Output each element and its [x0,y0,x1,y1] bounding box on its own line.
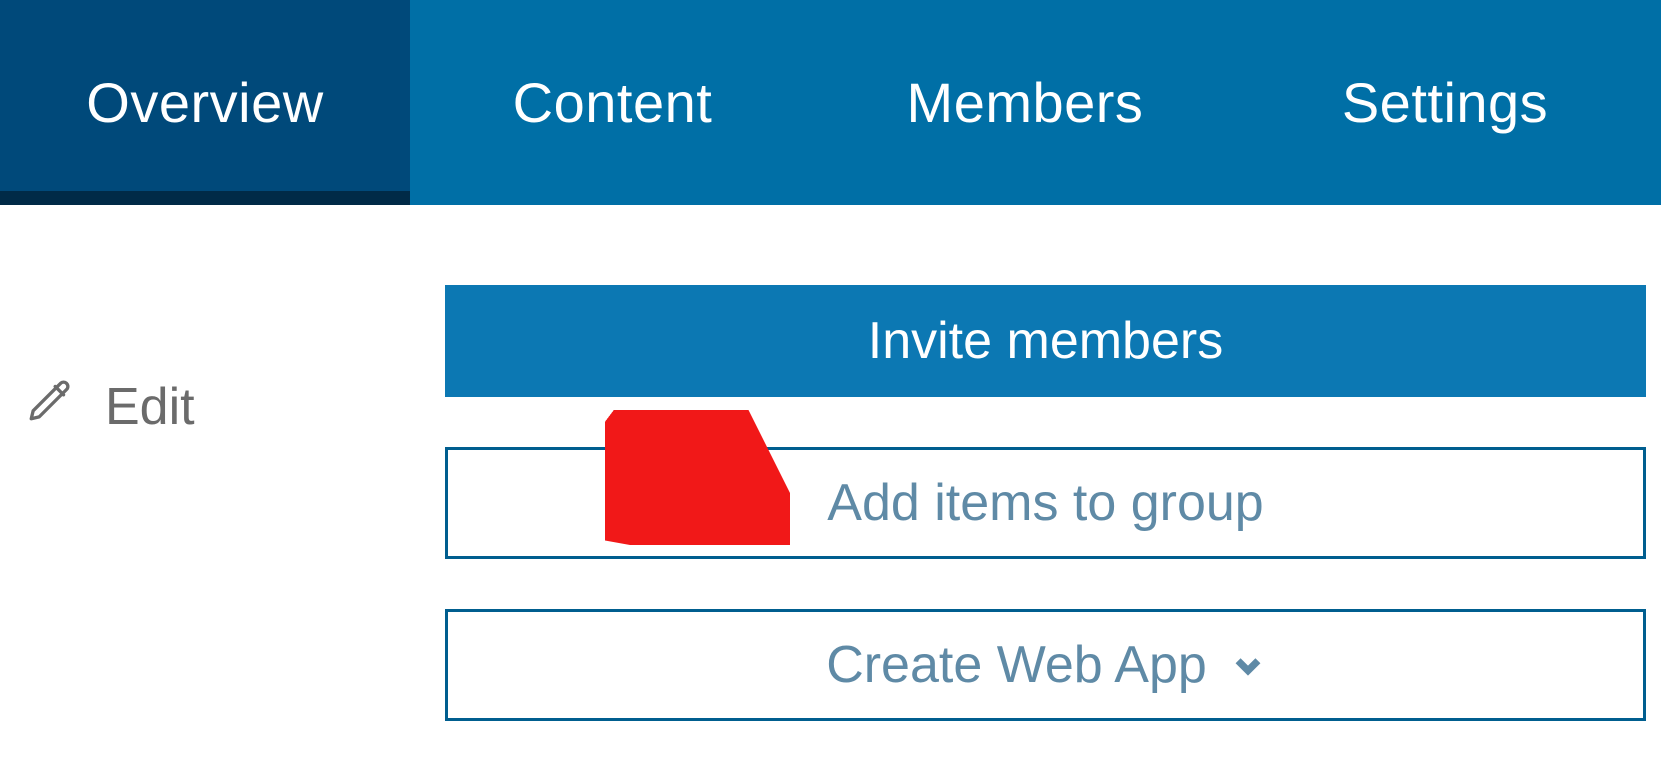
edit-thumbnail-link[interactable]: Edit [25,375,195,438]
edit-thumbnail-label: Edit [105,377,195,437]
tab-members[interactable]: Members [815,0,1235,205]
group-nav: Overview Content Members Settings [0,0,1661,205]
create-web-app-button[interactable]: Create Web App [445,609,1646,721]
add-items-to-group-button[interactable]: Add items to group [445,447,1646,559]
pencil-icon [25,375,75,438]
tab-overview[interactable]: Overview [0,0,410,205]
invite-members-button[interactable]: Invite members [445,285,1646,397]
chevron-down-icon [1231,648,1265,682]
tab-settings[interactable]: Settings [1235,0,1655,205]
tab-settings-label: Settings [1342,70,1548,135]
create-web-app-label: Create Web App [826,635,1207,695]
invite-members-label: Invite members [868,311,1223,371]
overview-panel: Edit Invite members Add items to group C… [0,205,1661,770]
tab-content-label: Content [513,70,713,135]
action-button-stack: Invite members Add items to group Create… [445,285,1646,721]
add-items-to-group-label: Add items to group [827,473,1263,533]
tab-content[interactable]: Content [410,0,815,205]
tab-overview-label: Overview [86,70,323,135]
tab-members-label: Members [907,70,1144,135]
